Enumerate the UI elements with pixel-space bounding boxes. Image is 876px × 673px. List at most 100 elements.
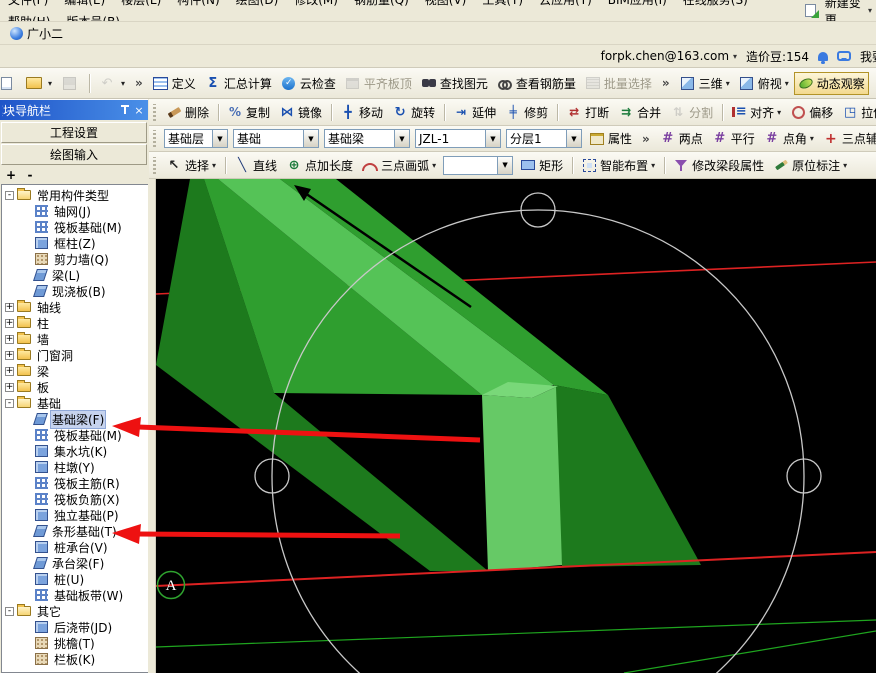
tree-item[interactable]: 框柱(Z) [2, 235, 148, 251]
menu-item[interactable]: 视图(V) [417, 0, 475, 7]
tree-item[interactable]: 后浇带(JD) [2, 619, 148, 635]
menu-item[interactable]: 钢筋量(Q) [346, 0, 417, 7]
toolbar-button[interactable]: 定义 ▾ [149, 72, 200, 95]
combo-dropdown-button[interactable]: ▼ [485, 130, 500, 147]
tree-item[interactable]: 轴网(J) [2, 203, 148, 219]
context-combo[interactable]: JZL-1 ▼ [415, 129, 501, 148]
undo-button[interactable]: ▾ [95, 73, 129, 93]
tree-item[interactable]: 栏板(K) [2, 651, 148, 667]
navigation-mode-tab[interactable]: 绘图输入 [1, 144, 147, 165]
tree-item[interactable]: 集水坑(K) [2, 443, 148, 459]
combo-dropdown-button[interactable]: ▼ [212, 130, 227, 147]
tree-item[interactable]: 柱墩(Y) [2, 459, 148, 475]
tree-expander-icon[interactable]: - [5, 607, 14, 616]
menu-item[interactable]: 构件(N) [169, 0, 227, 7]
tree-expander-icon[interactable] [23, 495, 32, 504]
drawing-canvas[interactable]: A [156, 179, 876, 673]
tree-expander-icon[interactable] [23, 255, 32, 264]
tree-expander-icon[interactable] [23, 575, 32, 584]
new-file-button[interactable] [0, 73, 21, 93]
tree-expander-icon[interactable]: + [5, 383, 14, 392]
tree-expander-icon[interactable] [23, 639, 32, 648]
tree-item[interactable]: + 梁 [2, 363, 148, 379]
tree-expander-icon[interactable] [23, 223, 32, 232]
tree-expander-icon[interactable]: + [5, 303, 14, 312]
tree-item[interactable]: + 门窗洞 [2, 347, 148, 363]
tree-item[interactable]: - 常用构件类型 [2, 187, 148, 203]
axis-tool-button[interactable]: 两点 ▾ [656, 127, 707, 150]
tree-expander-icon[interactable] [23, 527, 32, 536]
tree-item[interactable]: + 轴线 [2, 299, 148, 315]
edit-tool-button[interactable]: 镜像 ▾ [275, 101, 326, 124]
edit-tool-button[interactable]: 打断 ▾ [562, 101, 613, 124]
tree-item[interactable]: 承台梁(F) [2, 555, 148, 571]
axis-tool-button[interactable]: 点角 ▾ [760, 127, 818, 150]
menu-item[interactable]: 楼层(L) [113, 0, 169, 7]
toolbar-grip[interactable] [153, 157, 156, 174]
tree-expand-collapse-button[interactable]: - [22, 168, 38, 183]
context-combo[interactable]: 基础层 ▼ [164, 129, 228, 148]
tree-item[interactable]: 筏板负筋(X) [2, 491, 148, 507]
axis-tool-button[interactable]: 三点辅轴 ▾ [819, 127, 876, 150]
context-combo[interactable]: 基础梁 ▼ [324, 129, 410, 148]
tree-expander-icon[interactable] [23, 271, 32, 280]
draw-tool-button[interactable]: 直线 ▾ [230, 154, 281, 177]
edit-tool-button[interactable]: 对齐 ▾ [727, 101, 785, 124]
tree-expander-icon[interactable]: + [5, 335, 14, 344]
navigation-mode-tab[interactable]: 工程设置 [1, 122, 147, 143]
tree-item[interactable]: 桩承台(V) [2, 539, 148, 555]
tree-item[interactable]: 条形基础(T) [2, 523, 148, 539]
tree-expander-icon[interactable]: + [5, 367, 14, 376]
tree-expander-icon[interactable] [23, 239, 32, 248]
tree-item[interactable]: 基础板带(W) [2, 587, 148, 603]
edit-tool-button[interactable]: 合并 ▾ [614, 101, 665, 124]
close-icon[interactable]: × [132, 103, 146, 117]
toolbar-overflow-chevron[interactable]: » [637, 132, 655, 146]
tree-expander-icon[interactable] [23, 431, 32, 440]
tree-item[interactable]: 筏板基础(M) [2, 219, 148, 235]
tree-expand-collapse-button[interactable]: + [3, 168, 19, 183]
toolbar-grip[interactable] [153, 104, 156, 121]
combo-dropdown-button[interactable]: ▼ [394, 130, 409, 147]
view-mode-button[interactable]: 三维 ▾ [676, 72, 734, 95]
toolbar-overflow-chevron[interactable]: » [657, 76, 675, 90]
message-icon[interactable] [837, 51, 851, 61]
tree-item[interactable]: 筏板主筋(R) [2, 475, 148, 491]
tree-item[interactable]: 梁(L) [2, 267, 148, 283]
tree-item[interactable]: + 墙 [2, 331, 148, 347]
combo-dropdown-button[interactable]: ▼ [497, 157, 512, 174]
tree-item[interactable]: + 柱 [2, 315, 148, 331]
tree-expander-icon[interactable] [23, 287, 32, 296]
tree-item[interactable]: 剪力墙(Q) [2, 251, 148, 267]
tree-expander-icon[interactable] [23, 511, 32, 520]
combo-dropdown-button[interactable]: ▼ [566, 130, 581, 147]
edit-tool-button[interactable]: 旋转 ▾ [388, 101, 439, 124]
credit-badge[interactable]: 造价豆:154 [746, 48, 809, 65]
tree-expander-icon[interactable] [23, 559, 32, 568]
tree-expander-icon[interactable] [23, 207, 32, 216]
tree-item[interactable]: 桩(U) [2, 571, 148, 587]
tree-expander-icon[interactable] [23, 415, 32, 424]
bell-icon[interactable] [818, 52, 828, 61]
menu-item[interactable]: 编辑(E) [56, 0, 113, 7]
draw-tool-button[interactable]: 原位标注 ▾ [769, 154, 851, 177]
tree-expander-icon[interactable] [23, 447, 32, 456]
tree-expander-icon[interactable] [23, 623, 32, 632]
tree-expander-icon[interactable] [23, 591, 32, 600]
panel-splitter[interactable] [148, 179, 156, 673]
axis-tool-button[interactable]: 平行 ▾ [708, 127, 759, 150]
toolbar-grip[interactable] [153, 130, 156, 147]
menu-item[interactable]: 在线服务(S) [675, 0, 756, 7]
view-mode-button[interactable]: 动态观察 ▾ [794, 72, 869, 95]
edit-tool-button[interactable]: 移动 ▾ [336, 101, 387, 124]
tree-expander-icon[interactable]: + [5, 351, 14, 360]
select-tool-button[interactable]: 选择 ▾ [162, 154, 220, 177]
save-button[interactable] [57, 73, 84, 93]
menu-item[interactable]: BIM应用(I) [600, 0, 675, 7]
tree-expander-icon[interactable] [23, 479, 32, 488]
toolbar-button[interactable]: 批量选择 ▾ [581, 72, 656, 95]
draw-tool-button[interactable]: 点加长度 ▾ [282, 154, 357, 177]
new-change-button[interactable]: 新建变更 ▾ [799, 0, 876, 22]
tree-item[interactable]: 筏板基础(M) [2, 427, 148, 443]
drawing-viewport[interactable]: A [156, 179, 876, 673]
